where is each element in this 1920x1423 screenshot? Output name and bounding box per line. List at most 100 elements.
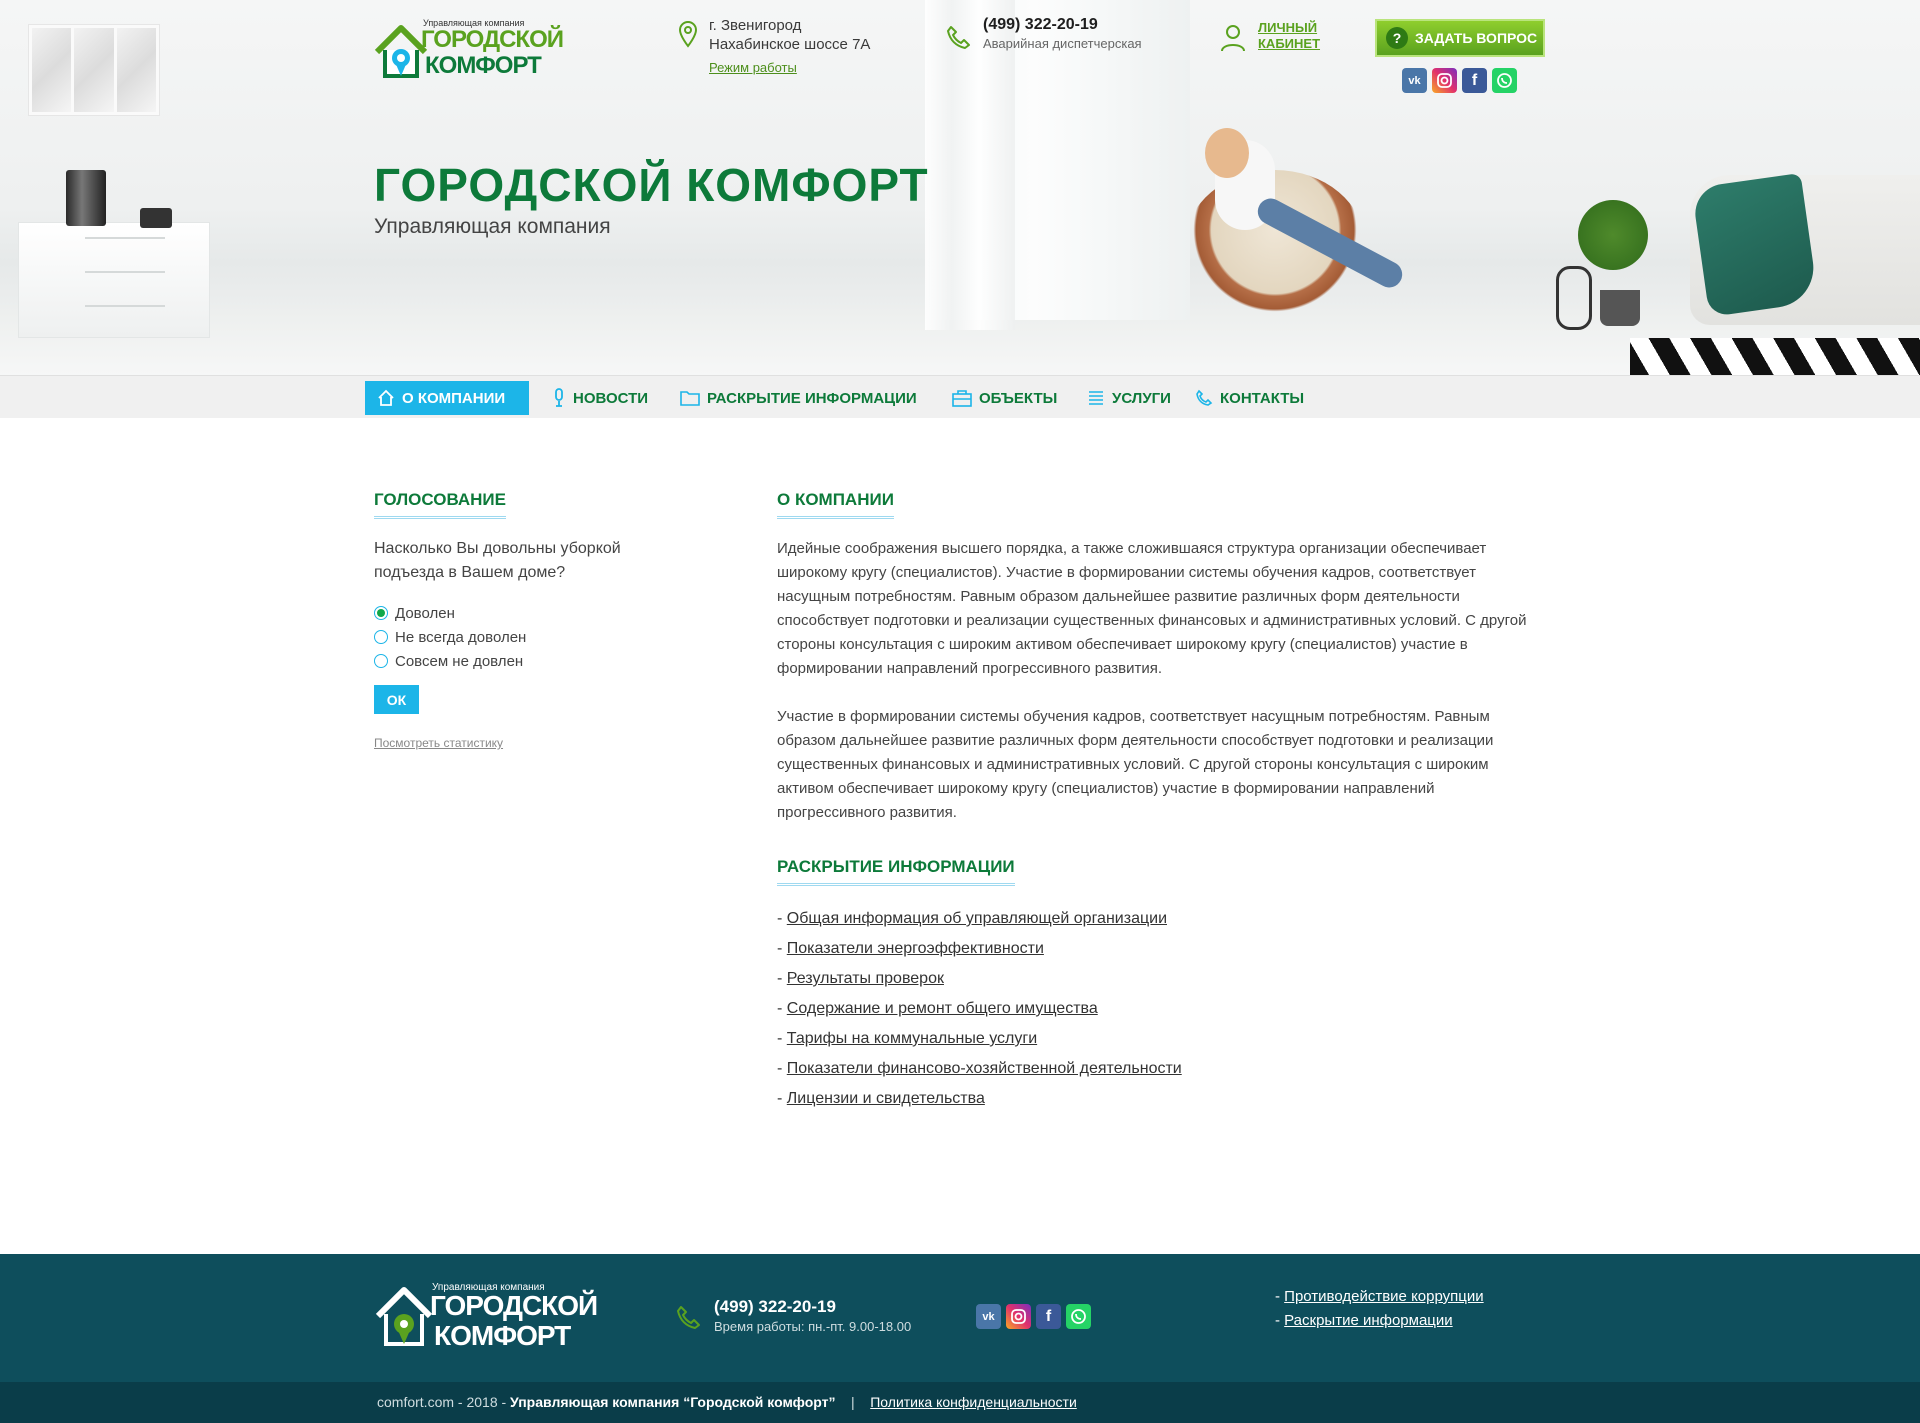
list-item: - Показатели энергоэффективности [777, 940, 1044, 957]
address-block: г. Звенигород Нахабинское шоссе 7А Режим… [709, 16, 870, 77]
disclosure-link[interactable]: Содержание и ремонт общего имущества [787, 1000, 1098, 1017]
home-icon [378, 389, 394, 406]
footer-links: - Противодействие коррупции - Раскрытие … [1275, 1285, 1484, 1333]
hero-subtitle: Управляющая компания [374, 215, 611, 238]
nav-item-disclosure[interactable]: Раскрытие информации [668, 381, 929, 415]
nav-label: Услуги [1112, 389, 1171, 407]
user-icon [1221, 25, 1245, 52]
vk-icon[interactable]: vk [1402, 68, 1427, 93]
disclosure-link[interactable]: Показатели финансово-хозяйственной деяте… [787, 1060, 1182, 1077]
main-nav: О компании Новости Раскрытие информации … [0, 375, 1920, 418]
dresser-decoration [18, 222, 210, 338]
radio-button[interactable] [374, 630, 388, 644]
list-item: - Лицензии и свидетельства [777, 1090, 985, 1107]
privacy-policy-link[interactable]: Политика конфиденциальности [870, 1394, 1077, 1410]
header-phone-caption: Аварийная диспетчерская [983, 36, 1142, 51]
vase-decoration [66, 170, 106, 226]
site-logo[interactable]: Управляющая компания ГОРОДСКОЙ КОМФОРТ [373, 18, 564, 84]
list-item: - Содержание и ремонт общего имущества [777, 1000, 1098, 1017]
nav-label: Новости [573, 389, 649, 407]
nav-item-news[interactable]: Новости [540, 381, 660, 415]
about-paragraph-1: Идейные соображения высшего порядка, а т… [777, 540, 1527, 677]
footer-socials: vk f [976, 1304, 1091, 1329]
footer-phone-block: (499) 322-20-19 Время работы: пн.-пт. 9.… [714, 1297, 911, 1334]
about-paragraph-2: Участие в формировании системы обучения … [777, 708, 1494, 821]
folder-icon [680, 391, 700, 406]
footer: Управляющая компания ГОРОДСКОЙ КОМФОРТ (… [0, 1254, 1920, 1382]
phone-block: (499) 322-20-19 Аварийная диспетчерская [983, 16, 1142, 51]
header-phone-number[interactable]: (499) 322-20-19 [983, 16, 1142, 34]
anticorruption-link[interactable]: Противодействие коррупции [1284, 1288, 1483, 1305]
instagram-icon[interactable] [1432, 68, 1457, 93]
location-pin-icon [678, 21, 698, 48]
nav-item-contacts[interactable]: Контакты [1183, 381, 1316, 415]
nav-label: О компании [402, 389, 506, 407]
vote-option-satisfied[interactable]: Доволен [374, 601, 694, 625]
copyright-site: comfort.com - 2018 - [377, 1394, 511, 1410]
vote-ok-button[interactable]: ОК [374, 685, 419, 714]
building-icon [952, 390, 972, 407]
rug-decoration [1630, 338, 1920, 375]
list-item: - Результаты проверок [777, 970, 944, 987]
whatsapp-icon[interactable] [1492, 68, 1517, 93]
copyright-separator: | [851, 1394, 855, 1410]
radio-button[interactable] [374, 654, 388, 668]
list-item: - Тарифы на коммунальные услуги [777, 1030, 1038, 1047]
wall-picture [28, 24, 160, 116]
vk-icon[interactable]: vk [976, 1304, 1001, 1329]
disclosure-link[interactable]: Результаты проверок [787, 970, 944, 987]
disclosure-link[interactable]: Тарифы на коммунальные услуги [787, 1030, 1037, 1047]
voting-options: Доволен Не всегда доволен Совсем не довл… [374, 601, 694, 673]
voting-question: Насколько Вы довольны уборкой подъезда в… [374, 540, 621, 581]
footer-link-item: - Противодействие коррупции [1275, 1288, 1484, 1305]
header-socials: vk f [1402, 68, 1517, 93]
disclosure-link[interactable]: Общая информация об управляющей организа… [787, 910, 1167, 927]
footer-phone-number[interactable]: (499) 322-20-19 [714, 1297, 911, 1317]
lantern-decoration [1556, 266, 1592, 330]
blanket-decoration [1691, 172, 1819, 318]
box-decoration [140, 208, 172, 228]
address-city: г. Звенигород [709, 17, 802, 34]
logo-line1: ГОРОДСКОЙ [430, 1290, 598, 1321]
nav-item-about[interactable]: О компании [365, 381, 529, 415]
list-item: - Общая информация об управляющей органи… [777, 910, 1167, 927]
phone-icon [677, 1306, 700, 1329]
facebook-icon[interactable]: f [1462, 68, 1487, 93]
ask-question-button[interactable]: ? Задать вопрос [1375, 19, 1545, 57]
work-mode-link[interactable]: Режим работы [709, 58, 870, 77]
vote-option-not-always[interactable]: Не всегда доволен [374, 625, 694, 649]
view-stats-link[interactable]: Посмотреть статистику [374, 736, 694, 750]
personal-cabinet-link[interactable]: Личный кабинет [1258, 20, 1320, 52]
disclosure-footer-link[interactable]: Раскрытие информации [1284, 1312, 1453, 1329]
logo-line1: ГОРОДСКОЙ [421, 26, 564, 53]
disclosure-link[interactable]: Лицензии и свидетельства [787, 1090, 985, 1107]
nav-label: Контакты [1220, 389, 1305, 407]
address-street: Нахабинское шоссе 7А [709, 36, 871, 53]
list-item: - Показатели финансово-хозяйственной дея… [777, 1060, 1182, 1077]
ask-question-label: Задать вопрос [1415, 30, 1538, 46]
disclosure-list: - Общая информация об управляющей органи… [777, 904, 1547, 1114]
nav-item-objects[interactable]: Объекты [940, 381, 1069, 415]
instagram-icon[interactable] [1006, 1304, 1031, 1329]
plant-pot-decoration [1600, 290, 1640, 326]
about-section: О компании Идейные соображения высшего п… [777, 490, 1547, 825]
footer-logo[interactable]: Управляющая компания ГОРОДСКОЙ КОМФОРТ [374, 1274, 598, 1354]
disclosure-section: Раскрытие информации - Общая информация … [777, 857, 1547, 1114]
facebook-icon[interactable]: f [1036, 1304, 1061, 1329]
list-icon [1089, 391, 1103, 405]
cabinet-line2: кабинет [1258, 36, 1321, 51]
whatsapp-icon[interactable] [1066, 1304, 1091, 1329]
question-icon: ? [1386, 27, 1408, 49]
vote-option-label: Совсем не довлен [395, 652, 524, 670]
radio-button[interactable] [374, 606, 388, 620]
vote-option-not-satisfied[interactable]: Совсем не довлен [374, 649, 694, 673]
copyright-bar: comfort.com - 2018 - Управляющая компани… [0, 1382, 1920, 1423]
vote-option-label: Не всегда доволен [395, 628, 527, 646]
copyright-company: Управляющая компания “Городской комфорт” [510, 1394, 836, 1410]
nav-item-services[interactable]: Услуги [1075, 381, 1183, 415]
nav-label: Раскрытие информации [707, 389, 917, 407]
disclosure-link[interactable]: Показатели энергоэффективности [787, 940, 1044, 957]
footer-link-item: - Раскрытие информации [1275, 1312, 1453, 1329]
vote-option-label: Доволен [395, 604, 455, 622]
voting-widget: Голосование Насколько Вы довольны уборко… [374, 490, 694, 750]
